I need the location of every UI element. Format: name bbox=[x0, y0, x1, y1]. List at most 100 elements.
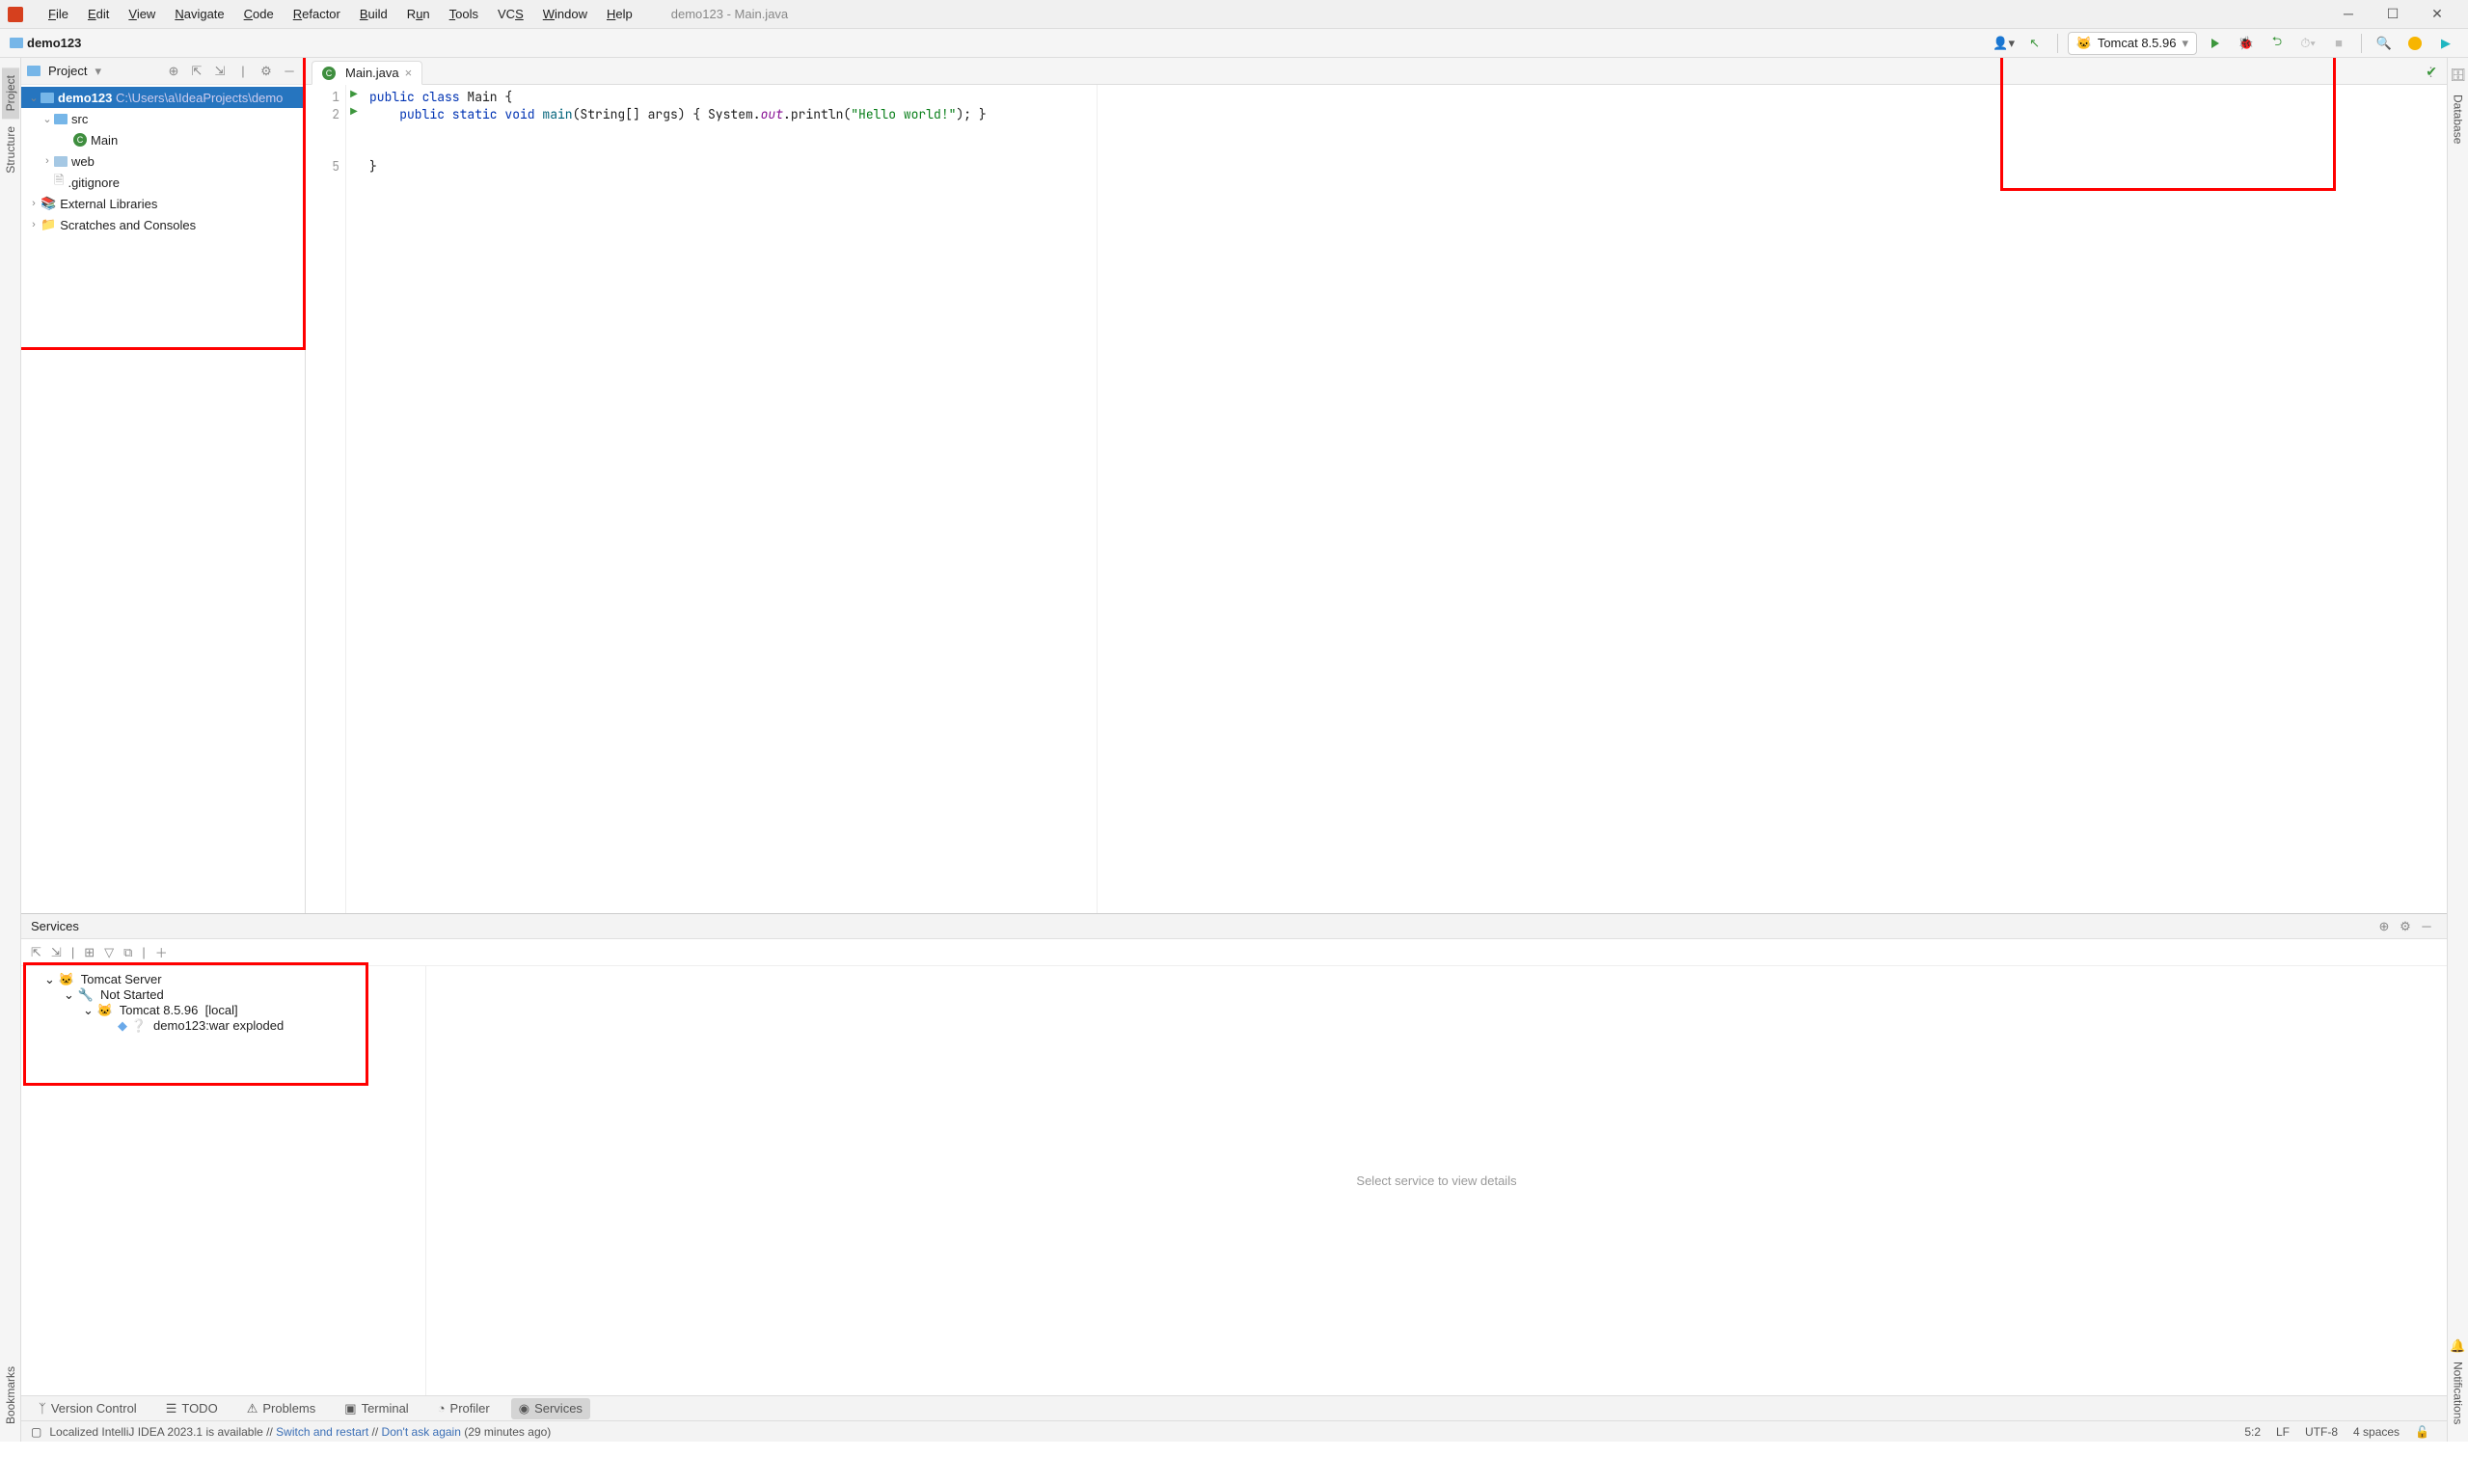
run-line-icon[interactable]: ▶ bbox=[346, 89, 362, 106]
code-with-me-button[interactable]: 👤▾ bbox=[1992, 31, 2017, 56]
status-readonly-icon[interactable]: 🔓 bbox=[2407, 1425, 2437, 1439]
run-gutter: ▶ ▶ bbox=[346, 85, 362, 913]
ext-lib-label: External Libraries bbox=[60, 197, 157, 211]
settings-button[interactable]: ⚙ bbox=[257, 64, 276, 79]
folder-icon bbox=[41, 93, 54, 103]
bottom-tab-version-control[interactable]: ᛉ Version Control bbox=[31, 1398, 145, 1418]
services-instance-node[interactable]: ⌄ 🐱 Tomcat 8.5.96 [local] bbox=[21, 1003, 425, 1018]
open-tab-button[interactable]: ⧉ bbox=[123, 945, 132, 960]
status-line-ending[interactable]: LF bbox=[2268, 1425, 2297, 1439]
class-icon: C bbox=[73, 133, 87, 147]
close-tab-icon[interactable]: × bbox=[405, 66, 413, 80]
menu-refactor[interactable]: Refactor bbox=[284, 3, 350, 25]
search-everywhere-button[interactable]: 🔍 bbox=[2372, 31, 2397, 56]
filter-button[interactable]: ▽ bbox=[104, 945, 114, 960]
chevron-down-icon[interactable]: ▾ bbox=[95, 64, 101, 79]
code-editor[interactable]: public class Main { public static void m… bbox=[362, 85, 2447, 913]
status-indent[interactable]: 4 spaces bbox=[2346, 1425, 2407, 1439]
tomcat-icon: 🐱 bbox=[59, 972, 74, 986]
tree-node-main-class[interactable]: C Main bbox=[21, 129, 305, 150]
run-line-icon[interactable]: ▶ bbox=[346, 106, 362, 123]
minimize-button[interactable]: ─ bbox=[2333, 6, 2364, 22]
services-target-button[interactable]: ⊕ bbox=[2373, 919, 2395, 934]
line-gutter: 1 2 5 bbox=[306, 85, 346, 913]
tree-node-scratches[interactable]: › 📁 Scratches and Consoles bbox=[21, 214, 305, 235]
menu-window[interactable]: Window bbox=[533, 3, 597, 25]
maximize-button[interactable]: ☐ bbox=[2377, 6, 2408, 22]
services-tree[interactable]: ⌄ 🐱 Tomcat Server ⌄ 🔧 Not Started ⌄ 🐱 To… bbox=[21, 966, 426, 1395]
status-dismiss-link[interactable]: Don't ask again bbox=[382, 1425, 461, 1439]
services-artifact-node[interactable]: ◆ ❔ demo123:war exploded bbox=[21, 1018, 425, 1034]
menu-view[interactable]: View bbox=[119, 3, 165, 25]
menu-tools[interactable]: Tools bbox=[440, 3, 488, 25]
menu-file[interactable]: FFileile bbox=[39, 3, 78, 25]
run-config-label: Tomcat 8.5.96 bbox=[2098, 36, 2177, 50]
left-tab-project[interactable]: Project bbox=[2, 67, 19, 119]
back-button[interactable]: ↖ bbox=[2022, 31, 2048, 56]
services-hide-button[interactable]: ─ bbox=[2416, 919, 2437, 933]
services-status-node[interactable]: ⌄ 🔧 Not Started bbox=[21, 987, 425, 1003]
update-button[interactable] bbox=[2402, 31, 2427, 56]
services-instance-tag: [local] bbox=[205, 1003, 238, 1017]
tree-node-gitignore[interactable]: 🗎 .gitignore bbox=[21, 172, 305, 193]
editor-tab-main[interactable]: C Main.java × bbox=[312, 61, 422, 85]
bottom-tab-profiler[interactable]: ◔ Profiler bbox=[430, 1398, 498, 1418]
right-margin-line bbox=[1097, 85, 1098, 913]
menu-edit[interactable]: Edit bbox=[78, 3, 119, 25]
status-encoding[interactable]: UTF-8 bbox=[2297, 1425, 2346, 1439]
terminal-icon: ▣ bbox=[344, 1401, 356, 1417]
project-panel-title[interactable]: Project bbox=[48, 64, 87, 78]
expand-all-button[interactable]: ⇱ bbox=[187, 64, 206, 79]
wrench-icon: 🔧 bbox=[78, 987, 94, 1002]
group-by-button[interactable]: ⊞ bbox=[84, 945, 95, 960]
window-title: demo123 - Main.java bbox=[671, 7, 788, 21]
select-opened-file-button[interactable]: ⊕ bbox=[164, 64, 183, 79]
breadcrumb-project[interactable]: demo123 bbox=[27, 36, 81, 50]
bottom-tab-terminal[interactable]: ▣ Terminal bbox=[337, 1398, 416, 1419]
database-icon: 🗄 bbox=[2450, 67, 2466, 83]
left-tab-structure[interactable]: Structure bbox=[2, 119, 19, 181]
services-root-label: Tomcat Server bbox=[81, 972, 162, 986]
profile-button[interactable]: ⏱▾ bbox=[2295, 31, 2320, 56]
run-button[interactable] bbox=[2203, 31, 2228, 56]
stop-button[interactable]: ■ bbox=[2326, 31, 2351, 56]
debug-button[interactable]: 🐞 bbox=[2234, 31, 2259, 56]
project-tool-window: Project ▾ ⊕ ⇱ ⇲ | ⚙ ─ ⌄ demo123 C:\Users bbox=[21, 58, 306, 913]
run-configuration-selector[interactable]: 🐱 Tomcat 8.5.96 ▾ bbox=[2068, 32, 2197, 55]
tree-node-web[interactable]: › web bbox=[21, 150, 305, 172]
menu-help[interactable]: Help bbox=[597, 3, 642, 25]
menu-navigate[interactable]: Navigate bbox=[165, 3, 233, 25]
right-tab-database[interactable]: Database bbox=[2450, 87, 2467, 151]
project-tree[interactable]: ⌄ demo123 C:\Users\a\IdeaProjects\demo ⌄… bbox=[21, 85, 305, 913]
hide-button[interactable]: ─ bbox=[280, 64, 299, 78]
collapse-all-button[interactable]: ⇲ bbox=[51, 945, 62, 960]
services-settings-button[interactable]: ⚙ bbox=[2395, 919, 2416, 934]
bottom-tab-problems[interactable]: ⚠ Problems bbox=[239, 1398, 324, 1419]
services-root[interactable]: ⌄ 🐱 Tomcat Server bbox=[21, 972, 425, 987]
status-caret-position[interactable]: 5:2 bbox=[2237, 1425, 2268, 1439]
ide-tips-button[interactable]: ▶ bbox=[2433, 31, 2458, 56]
divider bbox=[2361, 34, 2362, 53]
menu-vcs[interactable]: VCS bbox=[488, 3, 533, 25]
coverage-button[interactable]: ⮌ bbox=[2265, 31, 2290, 56]
tree-node-src[interactable]: ⌄ src bbox=[21, 108, 305, 129]
divider: | bbox=[233, 64, 253, 78]
right-tab-notifications[interactable]: Notifications bbox=[2450, 1354, 2467, 1432]
status-event-icon[interactable]: ▢ bbox=[31, 1425, 41, 1439]
status-bar: ▢ Localized IntelliJ IDEA 2023.1 is avai… bbox=[21, 1420, 2447, 1442]
menu-build[interactable]: Build bbox=[350, 3, 397, 25]
bottom-tab-services[interactable]: ◉ Services bbox=[511, 1398, 590, 1419]
code-area[interactable]: 1 2 5 ▶ ▶ public class Main { public sta… bbox=[306, 85, 2447, 913]
status-switch-link[interactable]: Switch and restart bbox=[276, 1425, 368, 1439]
menu-code[interactable]: Code bbox=[234, 3, 284, 25]
expand-all-button[interactable]: ⇱ bbox=[31, 945, 41, 960]
tree-node-external-libraries[interactable]: › 📚 External Libraries bbox=[21, 193, 305, 214]
close-button[interactable]: ✕ bbox=[2422, 6, 2453, 22]
left-tab-bookmarks[interactable]: Bookmarks bbox=[2, 1359, 19, 1432]
menu-run[interactable]: Run bbox=[397, 3, 440, 25]
inspection-ok-icon[interactable]: ✔ bbox=[2426, 64, 2437, 80]
collapse-all-button[interactable]: ⇲ bbox=[210, 64, 230, 79]
tree-project-root[interactable]: ⌄ demo123 C:\Users\a\IdeaProjects\demo bbox=[21, 87, 305, 108]
bottom-tab-todo[interactable]: ☰ TODO bbox=[158, 1398, 226, 1419]
add-service-button[interactable]: ＋ bbox=[155, 943, 168, 961]
